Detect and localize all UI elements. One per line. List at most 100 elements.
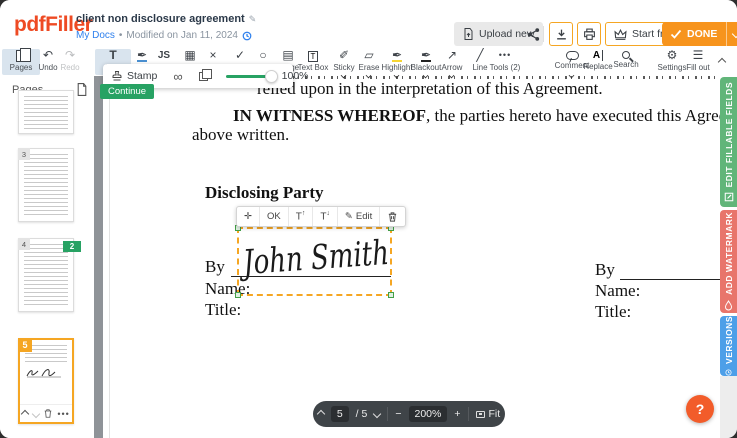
resize-handle[interactable] [388, 292, 394, 298]
move-page-down-icon[interactable] [31, 409, 39, 417]
move-page-up-icon[interactable] [21, 409, 29, 417]
crown-icon [614, 29, 627, 40]
text-box-icon: T [308, 51, 319, 62]
font-size-down-icon: T↓ [320, 210, 330, 222]
page-thumbnail-3[interactable]: 3 [18, 148, 74, 222]
header-divider [543, 26, 544, 42]
printer-icon [583, 28, 596, 41]
more-actions-icon[interactable]: ••• [57, 409, 69, 419]
check-icon [670, 29, 682, 39]
cross-icon: × [209, 49, 216, 62]
title-label-right: Title: [595, 302, 631, 322]
edit-title-icon[interactable]: ✎ [249, 14, 257, 24]
new-page-icon[interactable] [76, 83, 88, 96]
page-thumbnail-5-selected[interactable]: 5 ••• [18, 338, 74, 424]
current-page-input[interactable]: 5 [331, 406, 349, 422]
move-icon: ✛ [244, 211, 252, 222]
edit-signature-button[interactable]: ✎Edit [338, 207, 380, 226]
clock-icon [242, 31, 252, 41]
opacity-value: 100% [282, 70, 309, 82]
fit-icon [476, 411, 485, 418]
comment-bubble-icon [566, 51, 579, 60]
print-button[interactable] [577, 22, 601, 46]
next-page-icon[interactable] [373, 410, 381, 418]
breadcrumb-separator: • [119, 30, 123, 41]
font-size-down-button[interactable]: T↓ [313, 207, 338, 226]
continue-button[interactable]: Continue [100, 84, 154, 99]
replace-text-icon: A [593, 50, 603, 61]
tab-versions[interactable]: VERSIONS [720, 316, 737, 376]
by-label-right: By [595, 260, 615, 280]
witness-bold-text: IN WITNESS WHEREOF [233, 106, 426, 125]
tool-tools-menu[interactable]: •••Tools (2) [483, 49, 527, 75]
search-icon [622, 51, 630, 59]
breadcrumb-my-docs[interactable]: My Docs [76, 30, 115, 41]
chevron-up-icon [718, 58, 726, 66]
title-label-left: Title: [205, 300, 241, 320]
page-number-badge: 3 [18, 148, 30, 160]
initials-icon: JS [158, 49, 170, 62]
fit-label: Fit [489, 408, 501, 420]
font-size-up-icon: T↑ [296, 210, 306, 222]
tool-redo[interactable]: ↷Redo [52, 49, 88, 75]
trash-icon[interactable] [43, 408, 53, 419]
thumbnail-content [24, 96, 68, 130]
sticky-pin-icon: ✐ [339, 49, 349, 62]
signature-selection-box[interactable] [237, 227, 392, 296]
gear-icon: ⚙ [667, 49, 678, 62]
tab-label: VERSIONS [724, 316, 734, 364]
tab-add-watermark[interactable]: ADD WATERMARK [720, 210, 737, 313]
disclosing-party-heading: Disclosing Party [205, 183, 324, 203]
opacity-slider[interactable] [226, 75, 272, 78]
zoom-level-input[interactable]: 200% [409, 406, 448, 422]
fill-out-list-icon: ☰ [693, 49, 704, 62]
watermark-drop-icon [724, 300, 733, 311]
versions-clock-icon [724, 369, 733, 376]
page-thumbnail-4[interactable]: 4 2 [18, 238, 74, 312]
eraser-icon: ▱ [364, 49, 373, 62]
share-icon [526, 27, 541, 42]
pages-panel-scrollbar[interactable] [94, 76, 103, 438]
zoom-in-button[interactable]: + [454, 408, 460, 420]
done-dropdown-button[interactable] [726, 22, 737, 46]
divider [468, 407, 469, 421]
fit-button[interactable]: Fit [476, 408, 501, 420]
layers-button[interactable] [191, 64, 216, 88]
tab-edit-fillable-fields[interactable]: EDIT FILLABLE FIELDS [720, 77, 737, 207]
by-label-left: By [205, 257, 225, 277]
page-thumbnail-2[interactable] [18, 90, 74, 134]
resize-handle[interactable] [235, 292, 241, 298]
ok-button[interactable]: OK [260, 207, 289, 226]
opacity-slider-group: 100% [216, 64, 315, 88]
add-page-icon [76, 83, 88, 96]
arrow-icon: ↗ [447, 49, 457, 62]
help-button[interactable]: ? [686, 395, 714, 423]
ellipsis-icon: ••• [499, 49, 511, 62]
zoom-out-button[interactable]: − [395, 408, 401, 420]
link-icon: ∞ [173, 69, 182, 84]
blackout-pen-icon: ✒ [421, 49, 431, 62]
move-button[interactable]: ✛ [237, 207, 260, 226]
slider-handle[interactable] [265, 70, 278, 83]
highlighter-icon: ✒ [392, 49, 402, 62]
tab-label: EDIT FILLABLE FIELDS [724, 82, 734, 187]
fillable-fields-badge: 2 [63, 241, 81, 252]
right-rail-background [720, 376, 737, 438]
tool-search[interactable]: Search [608, 49, 644, 75]
link-button[interactable]: ∞ [165, 64, 190, 88]
done-button[interactable]: DONE [662, 22, 726, 46]
font-size-up-button[interactable]: T↑ [289, 207, 314, 226]
download-button[interactable] [549, 22, 573, 46]
above-written-text: above written. [192, 125, 289, 145]
thumbnail-content [24, 154, 68, 216]
document-title-block: client non disclosure agreement✎ My Docs… [76, 9, 256, 41]
stamp-icon [111, 70, 123, 82]
document-canvas[interactable]: relied upon in the interpretation of thi… [111, 76, 720, 438]
layers-icon [199, 72, 208, 81]
previous-page-icon[interactable] [317, 410, 325, 418]
share-button[interactable] [522, 22, 544, 46]
download-icon [555, 28, 568, 41]
witness-paragraph: IN WITNESS WHEREOF, the parties hereto h… [233, 106, 720, 126]
delete-signature-button[interactable] [380, 207, 405, 226]
collapse-toolbar-button[interactable] [712, 54, 732, 70]
